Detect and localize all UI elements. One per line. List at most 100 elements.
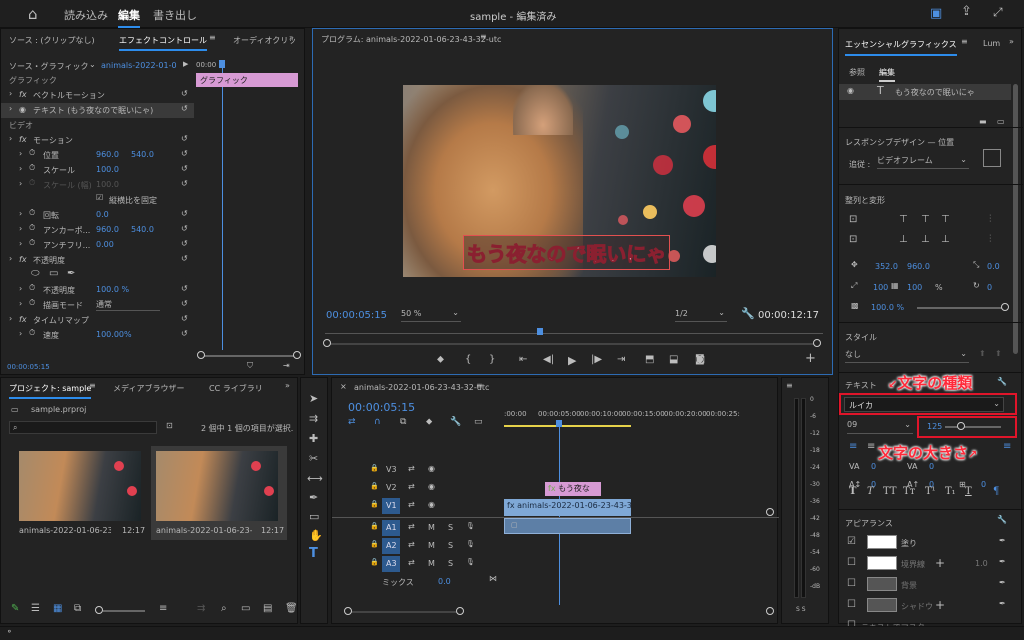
ec-row[interactable]: › ⏱ 速度 100.00% ↺ (1, 328, 194, 343)
track-select-icon[interactable]: ⇉ (309, 412, 318, 425)
slip-icon[interactable]: ⟷ (307, 472, 323, 485)
expand-chevron-icon[interactable]: › (19, 329, 22, 338)
playhead-marker[interactable] (219, 60, 225, 68)
new-bin-icon[interactable]: ▭ (241, 603, 250, 614)
mark-out-icon[interactable]: } (489, 354, 495, 365)
expand-chevron-icon[interactable]: › (19, 299, 22, 308)
wrench-icon[interactable]: 🔧 (997, 377, 1007, 386)
tab-edit[interactable]: 編集 (118, 7, 140, 28)
stopwatch-icon[interactable]: ⏱ (29, 328, 35, 338)
ec-zoom-slider[interactable] (201, 355, 297, 357)
ec-row[interactable]: › fx モーション ↺ (1, 133, 194, 148)
menu-icon[interactable]: ≡ (476, 381, 483, 390)
tab-audio-clip[interactable]: オーディオクリッ (233, 35, 296, 46)
opacity-value[interactable]: 100 (907, 283, 922, 292)
folder-icon[interactable]: ▭ (997, 117, 1005, 126)
track-target-button[interactable]: A3 (382, 556, 400, 572)
ec-value[interactable]: 100.00% (96, 330, 132, 339)
layer-row[interactable]: ◉ T もう夜なので眠いにゃ (839, 84, 1011, 100)
reset-icon[interactable]: ↺ (181, 299, 188, 308)
tab-media-browser[interactable]: メディアブラウザー (113, 383, 184, 394)
mark-in-icon[interactable]: { (465, 354, 471, 365)
thumb-size-slider[interactable] (103, 610, 145, 612)
stopwatch-icon[interactable]: ⏱ (29, 238, 35, 248)
eyedropper-icon[interactable]: ✒ (999, 578, 1006, 587)
search-input[interactable]: ⌕ (9, 421, 157, 434)
faux-bold-icon[interactable]: T (849, 486, 856, 497)
opacity-percent[interactable]: 100.0 % (871, 303, 904, 312)
mute-button[interactable]: M (428, 523, 435, 532)
timeline-zoom-knob-left[interactable] (344, 607, 352, 615)
project-item[interactable]: animals-2022-01-06-23-43-32-utc 12:17 (14, 446, 146, 540)
reset-icon[interactable]: ↺ (181, 254, 188, 263)
rect-mask-icon[interactable]: ▭ (49, 268, 58, 279)
lock-icon[interactable]: 🔒 (370, 464, 379, 472)
mix-toggle-icon[interactable]: ⋈ (489, 574, 497, 583)
eye-icon[interactable]: ◉ (428, 464, 435, 473)
reset-icon[interactable]: ↺ (181, 209, 188, 218)
lock-icon[interactable]: 🔒 (370, 500, 379, 508)
lock-icon[interactable]: 🔒 (370, 540, 379, 548)
ec-value[interactable]: 540.0 (131, 225, 154, 234)
mic-icon[interactable]: 🎙 (466, 522, 475, 530)
sync-lock-icon[interactable]: ⇄ (408, 464, 415, 473)
play-icon[interactable]: ▶ (183, 60, 188, 68)
anchor-value[interactable]: 0 (987, 283, 992, 292)
track-target-button[interactable]: V1 (382, 498, 400, 514)
stopwatch-icon[interactable]: ⏱ (29, 163, 35, 173)
stopwatch-icon[interactable]: ⏱ (29, 283, 35, 293)
stopwatch-icon[interactable]: ⏱ (29, 223, 35, 233)
reset-icon[interactable]: ↺ (181, 224, 188, 233)
align-text-justify-icon[interactable]: ≡ (1003, 441, 1011, 452)
reset-icon[interactable]: ↺ (181, 104, 188, 113)
small-caps-icon[interactable]: Tт (903, 486, 915, 497)
menu-icon[interactable]: ≡ (209, 33, 216, 42)
menu-icon[interactable]: ≡ (89, 381, 96, 390)
fx-icon[interactable]: fx (19, 90, 27, 99)
style-select[interactable]: なし ⌄ (845, 349, 969, 363)
more-panels-icon[interactable]: » (285, 381, 290, 390)
color-swatch[interactable] (867, 577, 897, 591)
checkbox[interactable]: ☑ (96, 193, 103, 202)
menu-icon[interactable]: ≡ (961, 37, 968, 46)
ec-row[interactable]: › ⏱ 回転 0.0 ↺ (1, 208, 194, 223)
ec-row[interactable]: › ⏱ スケール (幅) 100.0 ↺ (1, 178, 194, 193)
go-to-in-icon[interactable]: ⇤ (519, 354, 527, 365)
mute-button[interactable]: M (428, 559, 435, 568)
captions-icon[interactable]: ▭ (474, 417, 483, 427)
color-swatch[interactable] (867, 598, 897, 612)
color-swatch[interactable] (867, 556, 897, 570)
pen-mask-icon[interactable]: ✒ (67, 268, 75, 279)
stopwatch-icon[interactable]: ⏱ (29, 298, 35, 308)
expand-chevron-icon[interactable]: › (9, 254, 12, 263)
lock-icon[interactable]: 🔒 (370, 558, 379, 566)
tab-project[interactable]: プロジェクト: sample (9, 383, 92, 399)
align-right-icon[interactable]: ⊤ (941, 214, 950, 225)
style-up-icon[interactable]: ⬆ (979, 349, 986, 358)
lift-icon[interactable]: ⬒ (645, 354, 654, 365)
snap-icon[interactable]: ∩ (374, 417, 381, 427)
rectangle-icon[interactable]: ▭ (309, 510, 319, 523)
automate-icon[interactable]: ⇉ (197, 603, 205, 614)
ec-row[interactable]: › ⏱ 位置 960.0 540.0 ↺ (1, 148, 194, 163)
add-button-icon[interactable]: + (805, 351, 816, 366)
eye-icon[interactable]: ◉ (428, 482, 435, 491)
checkbox[interactable]: ☐ (847, 578, 856, 589)
pencil-icon[interactable]: ✎ (11, 603, 19, 614)
sync-lock-icon[interactable]: ⇄ (408, 482, 415, 491)
align-center-icon[interactable]: ⊤ (921, 214, 930, 225)
ec-row[interactable]: › fx 不透明度 ⬭ ▭ ✒ ↺ (1, 253, 194, 279)
weight-select[interactable]: 09 ⌄ (847, 420, 913, 434)
expand-chevron-icon[interactable]: › (9, 134, 12, 143)
lock-icon[interactable]: 🔒 (370, 482, 379, 490)
opacity-slider[interactable] (917, 307, 1005, 309)
direction-icon[interactable]: ¶ (993, 486, 999, 497)
linked-select-icon[interactable]: ⧉ (400, 417, 406, 427)
tab-source[interactable]: ソース : (クリップなし) (9, 35, 95, 46)
project-item-selected[interactable]: animals-2022-01-06-23-43-32-utc 12:17 (151, 446, 287, 540)
track-header[interactable]: 🔒 A1 ⇄ M S 🎙 (332, 520, 502, 537)
menu-icon[interactable]: ≡ (480, 32, 487, 41)
share-icon[interactable]: ⇪ (961, 4, 972, 19)
track-header[interactable]: 🔒 V1 ⇄ ◉ (332, 498, 502, 515)
pen-icon[interactable]: ✒ (309, 491, 318, 504)
